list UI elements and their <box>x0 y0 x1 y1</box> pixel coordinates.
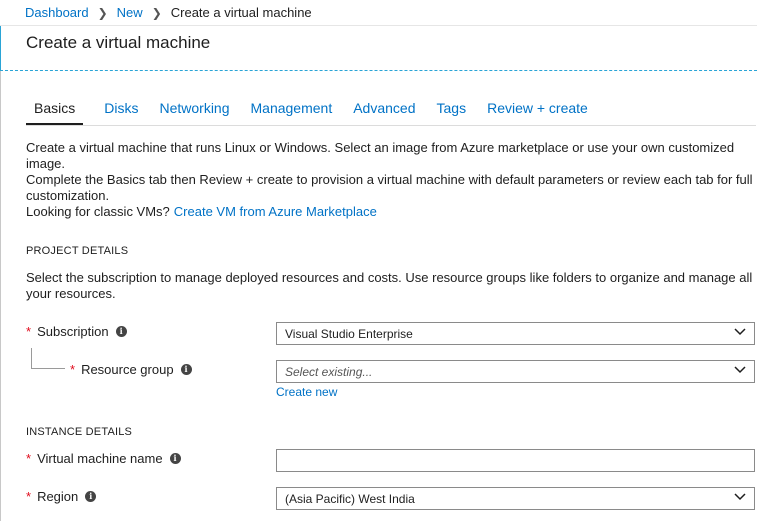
classic-vms-line: Looking for classic VMs? Create VM from A… <box>26 204 756 220</box>
chevron-right-icon: ❯ <box>151 5 162 20</box>
vm-name-label: * Virtual machine name i <box>26 451 181 466</box>
resource-group-label-text: Resource group <box>81 362 174 377</box>
required-marker: * <box>26 324 32 339</box>
vm-name-label-text: Virtual machine name <box>37 451 163 466</box>
subscription-label-text: Subscription <box>37 324 109 339</box>
region-label: * Region i <box>26 489 97 504</box>
tab-management[interactable]: Management <box>251 100 333 125</box>
wizard-tabs: Basics Disks Networking Management Advan… <box>26 100 609 125</box>
info-icon[interactable]: i <box>115 326 127 337</box>
subscription-dropdown[interactable]: Visual Studio Enterprise <box>276 322 755 345</box>
page-title: Create a virtual machine <box>26 33 211 52</box>
breadcrumb-new[interactable]: New <box>117 5 143 20</box>
resource-group-placeholder: Select existing... <box>285 364 373 379</box>
create-new-resource-group-link[interactable]: Create new <box>276 385 337 399</box>
chevron-right-icon: ❯ <box>97 5 108 20</box>
create-vm-marketplace-link[interactable]: Create VM from Azure Marketplace <box>174 204 377 219</box>
blade-header: Create a virtual machine <box>0 26 757 71</box>
intro-line-2: Complete the Basics tab then Review + cr… <box>26 172 753 203</box>
tab-advanced[interactable]: Advanced <box>353 100 415 125</box>
info-icon[interactable]: i <box>169 453 181 464</box>
intro-line-1: Create a virtual machine that runs Linux… <box>26 140 735 171</box>
tab-tags[interactable]: Tags <box>437 100 467 125</box>
tab-networking[interactable]: Networking <box>159 100 229 125</box>
instance-details-heading: INSTANCE DETAILS <box>26 426 133 438</box>
blade-left-border <box>0 26 1 71</box>
region-label-text: Region <box>37 489 79 504</box>
tab-basics[interactable]: Basics <box>26 100 84 125</box>
breadcrumb-dashboard[interactable]: Dashboard <box>25 5 89 20</box>
project-details-description: Select the subscription to manage deploy… <box>26 270 753 301</box>
tab-disks[interactable]: Disks <box>104 100 138 125</box>
chevron-down-icon <box>734 366 746 374</box>
vm-name-input[interactable] <box>276 449 755 472</box>
breadcrumb-current: Create a virtual machine <box>170 5 312 20</box>
info-icon[interactable]: i <box>85 491 97 502</box>
required-marker: * <box>26 489 32 504</box>
required-marker: * <box>26 451 32 466</box>
breadcrumb: Dashboard ❯ New ❯ Create a virtual machi… <box>0 0 757 26</box>
tabs-divider <box>26 125 756 126</box>
chevron-down-icon <box>734 328 746 336</box>
blade-left-frame <box>0 71 1 521</box>
classic-vms-prefix: Looking for classic VMs? <box>26 204 170 219</box>
subscription-value: Visual Studio Enterprise <box>285 326 413 341</box>
chevron-down-icon <box>734 493 746 501</box>
resource-group-tree-connector <box>31 348 65 369</box>
resource-group-dropdown[interactable]: Select existing... <box>276 360 755 383</box>
resource-group-label: * Resource group i <box>70 362 192 377</box>
info-icon[interactable]: i <box>180 364 192 375</box>
region-dropdown[interactable]: (Asia Pacific) West India <box>276 487 755 510</box>
subscription-label: * Subscription i <box>26 324 127 339</box>
project-details-heading: PROJECT DETAILS <box>26 245 129 257</box>
region-value: (Asia Pacific) West India <box>285 491 415 506</box>
tab-review-create[interactable]: Review + create <box>487 100 588 125</box>
required-marker: * <box>70 362 76 377</box>
intro-text: Create a virtual machine that runs Linux… <box>26 140 756 220</box>
